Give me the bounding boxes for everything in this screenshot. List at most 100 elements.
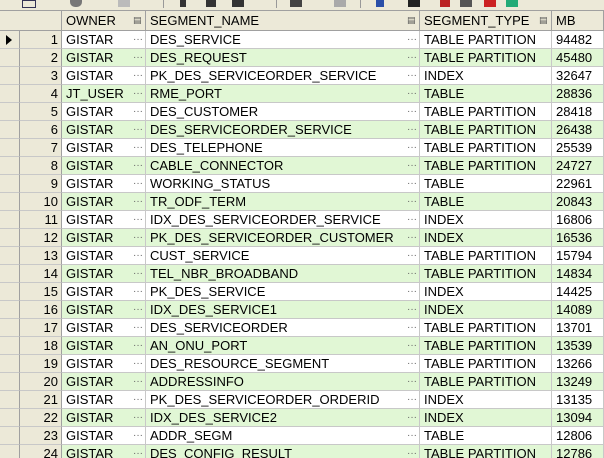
ellipsis-icon[interactable]: ··· (407, 85, 417, 102)
ellipsis-icon[interactable]: ··· (407, 301, 417, 318)
toolbar-icon[interactable] (440, 0, 450, 7)
cell-mb[interactable]: 15794 (552, 247, 604, 265)
row-number[interactable]: 16 (20, 301, 62, 319)
cell-segment-name[interactable]: RME_PORT ··· (146, 85, 420, 103)
ellipsis-icon[interactable]: ··· (407, 121, 417, 138)
cell-mb[interactable]: 12806 (552, 427, 604, 445)
column-header-segment-type[interactable]: SEGMENT_TYPE ▤ (420, 11, 552, 30)
table-row[interactable]: 8 GISTAR ··· CABLE_CONNECTOR ··· TABLE PARTIT… (0, 157, 604, 175)
ellipsis-icon[interactable]: ··· (133, 193, 143, 210)
row-number[interactable]: 18 (20, 337, 62, 355)
table-row[interactable]: 11 GISTAR ··· IDX_DES_SERVICEORDER_SERVICE ·… (0, 211, 604, 229)
table-row[interactable]: 22 GISTAR ··· IDX_DES_SERVICE2 ··· INDEX 13094 (0, 409, 604, 427)
ellipsis-icon[interactable]: ··· (133, 301, 143, 318)
row-number[interactable]: 10 (20, 193, 62, 211)
table-row[interactable]: 19 GISTAR ··· DES_RESOURCE_SEGMENT ··· TABLE … (0, 355, 604, 373)
row-number[interactable]: 7 (20, 139, 62, 157)
cell-owner[interactable]: GISTAR ··· (62, 409, 146, 427)
cell-mb[interactable]: 94482 (552, 31, 604, 49)
row-number[interactable]: 14 (20, 265, 62, 283)
cell-owner[interactable]: GISTAR ··· (62, 283, 146, 301)
cell-owner[interactable]: GISTAR ··· (62, 427, 146, 445)
row-number[interactable]: 6 (20, 121, 62, 139)
cell-owner[interactable]: GISTAR ··· (62, 67, 146, 85)
corner-cell[interactable] (0, 11, 62, 30)
cell-segment-type[interactable]: INDEX (420, 409, 552, 427)
cell-segment-name[interactable]: IDX_DES_SERVICE2 ··· (146, 409, 420, 427)
row-indicator[interactable] (0, 121, 20, 139)
ellipsis-icon[interactable]: ··· (133, 427, 143, 444)
ellipsis-icon[interactable]: ··· (407, 229, 417, 246)
cell-segment-type[interactable]: INDEX (420, 301, 552, 319)
cell-mb[interactable]: 26438 (552, 121, 604, 139)
cell-owner[interactable]: GISTAR ··· (62, 157, 146, 175)
row-indicator[interactable] (0, 85, 20, 103)
ellipsis-icon[interactable]: ··· (133, 319, 143, 336)
row-number[interactable]: 4 (20, 85, 62, 103)
ellipsis-icon[interactable]: ··· (133, 247, 143, 264)
sort-icon[interactable]: ▤ (133, 15, 143, 25)
toolbar-icon[interactable] (408, 0, 420, 7)
row-indicator[interactable] (0, 391, 20, 409)
table-row[interactable]: 9 GISTAR ··· WORKING_STATUS ··· TABLE 22961 (0, 175, 604, 193)
cell-owner[interactable]: GISTAR ··· (62, 139, 146, 157)
ellipsis-icon[interactable]: ··· (407, 49, 417, 66)
cell-mb[interactable]: 45480 (552, 49, 604, 67)
ellipsis-icon[interactable]: ··· (407, 103, 417, 120)
row-indicator[interactable] (0, 319, 20, 337)
row-indicator[interactable] (0, 301, 20, 319)
cell-mb[interactable]: 16806 (552, 211, 604, 229)
cell-owner[interactable]: GISTAR ··· (62, 391, 146, 409)
ellipsis-icon[interactable]: ··· (407, 67, 417, 84)
cell-segment-name[interactable]: DES_TELEPHONE ··· (146, 139, 420, 157)
ellipsis-icon[interactable]: ··· (407, 193, 417, 210)
ellipsis-icon[interactable]: ··· (133, 121, 143, 138)
ellipsis-icon[interactable]: ··· (133, 175, 143, 192)
table-row[interactable]: 16 GISTAR ··· IDX_DES_SERVICE1 ··· INDEX 14089 (0, 301, 604, 319)
sort-icon[interactable]: ▤ (539, 15, 549, 25)
ellipsis-icon[interactable]: ··· (133, 103, 143, 120)
cell-segment-name[interactable]: ADDRESSINFO ··· (146, 373, 420, 391)
cell-owner[interactable]: GISTAR ··· (62, 355, 146, 373)
cell-segment-name[interactable]: DES_REQUEST ··· (146, 49, 420, 67)
ellipsis-icon[interactable]: ··· (133, 211, 143, 228)
cell-owner[interactable]: GISTAR ··· (62, 265, 146, 283)
ellipsis-icon[interactable]: ··· (407, 373, 417, 390)
cell-mb[interactable]: 28836 (552, 85, 604, 103)
ellipsis-icon[interactable]: ··· (407, 355, 417, 372)
row-indicator[interactable] (0, 337, 20, 355)
cell-mb[interactable]: 24727 (552, 157, 604, 175)
cell-segment-name[interactable]: IDX_DES_SERVICEORDER_SERVICE ··· (146, 211, 420, 229)
cell-segment-type[interactable]: TABLE (420, 175, 552, 193)
row-number[interactable]: 23 (20, 427, 62, 445)
cell-segment-type[interactable]: TABLE PARTITION (420, 31, 552, 49)
ellipsis-icon[interactable]: ··· (133, 85, 143, 102)
cell-segment-name[interactable]: DES_CUSTOMER ··· (146, 103, 420, 121)
cell-owner[interactable]: GISTAR ··· (62, 193, 146, 211)
cell-owner[interactable]: GISTAR ··· (62, 337, 146, 355)
table-row[interactable]: 7 GISTAR ··· DES_TELEPHONE ··· TABLE PARTITIO… (0, 139, 604, 157)
cell-segment-type[interactable]: TABLE PARTITION (420, 265, 552, 283)
cell-segment-name[interactable]: AN_ONU_PORT ··· (146, 337, 420, 355)
cell-segment-type[interactable]: INDEX (420, 391, 552, 409)
row-number[interactable]: 3 (20, 67, 62, 85)
toolbar-icon[interactable] (506, 0, 518, 7)
cell-segment-type[interactable]: TABLE PARTITION (420, 355, 552, 373)
table-row[interactable]: 13 GISTAR ··· CUST_SERVICE ··· TABLE PARTITIO… (0, 247, 604, 265)
ellipsis-icon[interactable]: ··· (133, 355, 143, 372)
ellipsis-icon[interactable]: ··· (133, 283, 143, 300)
cell-owner[interactable]: GISTAR ··· (62, 229, 146, 247)
table-row[interactable]: 23 GISTAR ··· ADDR_SEGM ··· TABLE 12806 (0, 427, 604, 445)
ellipsis-icon[interactable]: ··· (133, 265, 143, 282)
cell-owner[interactable]: GISTAR ··· (62, 103, 146, 121)
ellipsis-icon[interactable]: ··· (407, 247, 417, 264)
ellipsis-icon[interactable]: ··· (133, 391, 143, 408)
column-header-segment-name[interactable]: SEGMENT_NAME ▤ (146, 11, 420, 30)
row-number[interactable]: 13 (20, 247, 62, 265)
table-row[interactable]: 24 GISTAR ··· DES_CONFIG_RESULT ··· TABLE PAR… (0, 445, 604, 458)
ellipsis-icon[interactable]: ··· (133, 157, 143, 174)
row-number[interactable]: 24 (20, 445, 62, 458)
ellipsis-icon[interactable]: ··· (407, 409, 417, 426)
ellipsis-icon[interactable]: ··· (407, 265, 417, 282)
cell-mb[interactable]: 13539 (552, 337, 604, 355)
